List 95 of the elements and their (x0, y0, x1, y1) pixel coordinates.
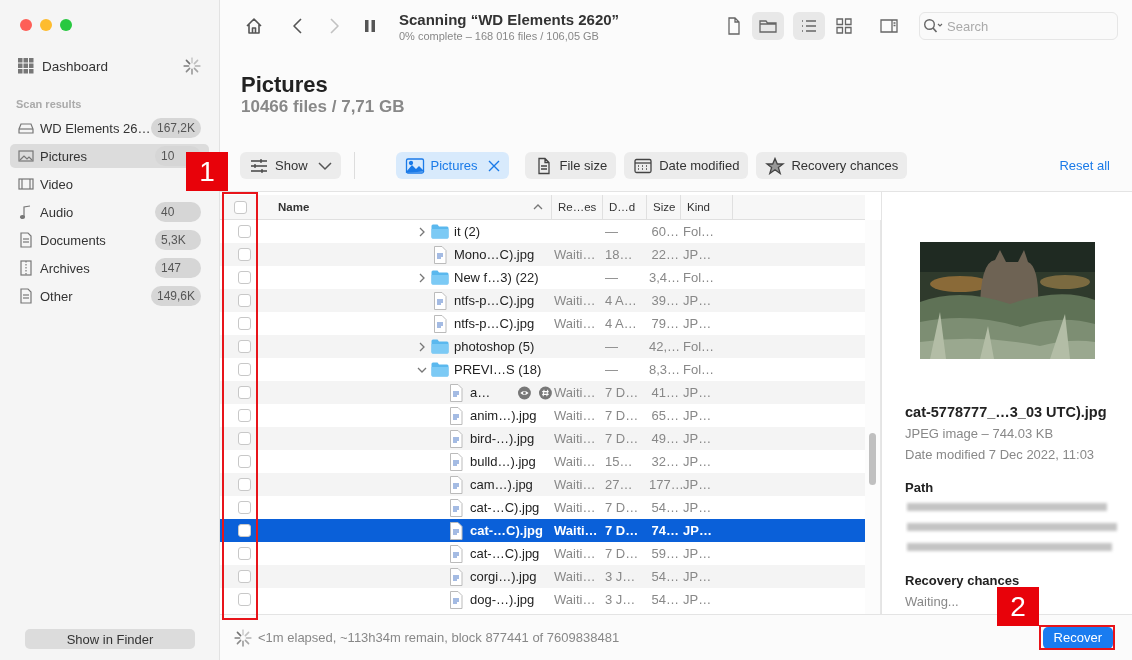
table-cell: 7 D… (605, 385, 639, 400)
scan-title: Scanning “WD Elements 2620” (399, 10, 621, 28)
table-cell: 54… (651, 569, 679, 584)
table-cell: 7 D… (605, 408, 639, 423)
table-cell: 39… (651, 293, 679, 308)
table-cell: 79… (651, 316, 679, 331)
file-name: Mono…C).jpg (454, 247, 535, 262)
file-name: cat-…C).jpg (470, 546, 540, 561)
table-cell: JP… (683, 408, 712, 423)
table-cell: JP… (683, 385, 712, 400)
table-cell: 60… (651, 224, 679, 239)
table-cell: 59… (651, 546, 679, 561)
table-cell: 7 D… (605, 431, 639, 446)
file-name: PREVI…S (18) (454, 362, 542, 377)
table-cell: 7 D… (605, 523, 639, 538)
table-cell: Waiti… (554, 385, 596, 400)
file-name: cat-5778777_…3_03 UTC).jpg (905, 404, 1108, 420)
date-modified: Date modified 7 Dec 2022, 11:03 (905, 447, 1095, 462)
table-cell: 22… (651, 247, 679, 262)
table-cell: Fol… (683, 270, 715, 285)
table-cell: — (605, 224, 618, 239)
file-name: ntfs-p…C).jpg (454, 293, 535, 308)
table-cell: Waiti… (554, 569, 596, 584)
table-cell: JP… (683, 477, 712, 492)
table-cell: — (605, 270, 618, 285)
table-cell: Fol… (683, 339, 715, 354)
table-cell: 32… (651, 454, 679, 469)
file-name: cam…).jpg (470, 477, 533, 492)
table-cell: 18… (605, 247, 633, 262)
table-cell: Waiti… (554, 454, 596, 469)
table-cell: JP… (683, 546, 712, 561)
file-name: cat-…C).jpg (470, 500, 540, 515)
recovery-chances-value: Waiting... (905, 594, 959, 609)
table-cell: Waiti… (554, 408, 596, 423)
table-cell: Fol… (683, 362, 715, 377)
page-subtitle: 10466 files / 7,71 GB (241, 97, 406, 117)
table-cell: 4 A… (605, 316, 637, 331)
file-name: cat-…C).jpg (470, 523, 543, 538)
page-title: Pictures (241, 72, 329, 98)
table-cell: 54… (651, 500, 679, 515)
table-cell: JP… (683, 592, 712, 607)
file-name: anim…).jpg (470, 408, 537, 423)
table-cell: — (605, 362, 618, 377)
table-cell: 27… (605, 477, 633, 492)
step-callout-tooltip: 2 (997, 587, 1039, 626)
table-cell: 15… (605, 454, 633, 469)
file-name: a… (470, 385, 491, 400)
table-cell: JP… (683, 293, 712, 308)
table-cell: 54… (651, 592, 679, 607)
table-cell: 3 J… (605, 569, 636, 584)
table-cell: Waiti… (554, 500, 596, 515)
scan-summary: 0% complete – 168 016 files / 106,05 GB (399, 29, 600, 42)
table-cell: 65… (651, 408, 679, 423)
table-cell: 4 A… (605, 293, 637, 308)
table-cell: JP… (683, 454, 712, 469)
table-cell: JP… (683, 569, 712, 584)
table-cell: Waiti… (554, 546, 596, 561)
table-cell: JP… (683, 316, 712, 331)
file-name: New f…3) (22) (454, 270, 539, 285)
table-cell: 7 D… (605, 546, 639, 561)
table-cell: Fol… (683, 224, 715, 239)
file-name: bulld…).jpg (470, 454, 536, 469)
table-cell: Waiti… (554, 592, 596, 607)
table-cell: 49… (651, 431, 679, 446)
table-cell: 42,… (649, 339, 681, 354)
table-cell: 41… (651, 385, 679, 400)
table-cell: Waiti… (554, 293, 596, 308)
recovery-chances-label: Recovery chances (905, 573, 1021, 588)
file-name: it (2) (454, 224, 480, 239)
table-cell: 177… (649, 477, 684, 492)
table-cell: 3,4… (649, 270, 681, 285)
table-cell: 3 J… (605, 592, 636, 607)
table-cell: Waiti… (554, 316, 596, 331)
table-cell: 7 D… (605, 500, 639, 515)
status-text: <1m elapsed, ~113h34m remain, block 877441 of 7609838481 (258, 630, 620, 645)
file-name: dog-…).jpg (470, 592, 535, 607)
table-cell: Waiti… (554, 431, 596, 446)
file-name: bird-…).jpg (470, 431, 535, 446)
section-label: Scan results (16, 98, 83, 110)
table-cell: JP… (683, 247, 712, 262)
table-cell: 74… (651, 523, 679, 538)
file-name: corgi…).jpg (470, 569, 537, 584)
table-cell: JP… (683, 431, 712, 446)
file-name: ntfs-p…C).jpg (454, 316, 535, 331)
table-cell: JP… (683, 500, 712, 515)
step-callout-tooltip: 1 (186, 152, 228, 191)
table-cell: Waiti… (554, 247, 596, 262)
file-name: photoshop (5) (454, 339, 535, 354)
table-cell: 8,3… (649, 362, 681, 377)
path-label: Path (905, 480, 935, 495)
table-cell: JP… (683, 523, 712, 538)
table-cell: Waiti… (554, 477, 596, 492)
table-cell: — (605, 339, 618, 354)
table-cell: Waiti… (554, 523, 598, 538)
file-info: JPEG image – 744.03 KB (905, 426, 1054, 441)
